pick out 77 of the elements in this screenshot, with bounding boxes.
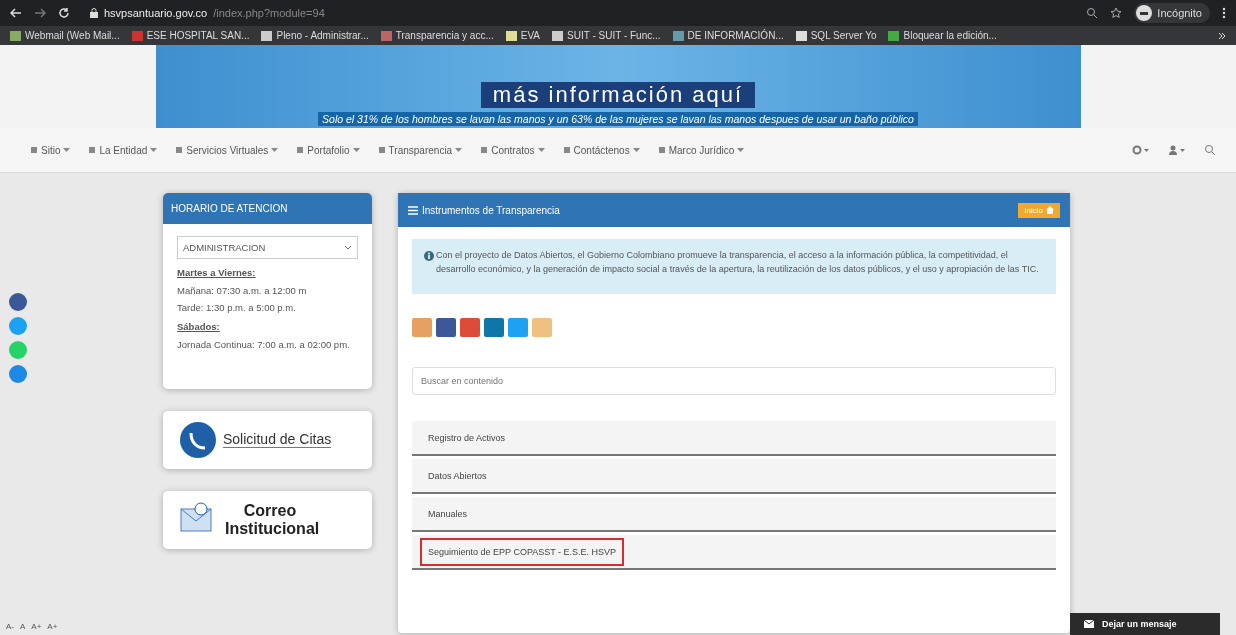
phone-icon [179,420,217,459]
address-bar[interactable]: hsvpsantuario.gov.co /index.php?module=94 [82,3,1075,23]
menu-icon[interactable] [1222,7,1226,19]
bookmark-link[interactable]: DE INFORMACIÓN... [672,30,784,41]
panel-title: Instrumentos de Transparencia [422,204,561,216]
nav-menu-item[interactable]: Sitio [30,144,71,156]
home-icon [1046,206,1054,214]
font-size-button[interactable]: A [20,622,26,631]
profile-button[interactable]: Incógnito [1134,3,1210,23]
zoom-icon[interactable] [1086,7,1099,19]
square-icon [30,146,38,154]
user-icon[interactable] [1168,145,1186,155]
search-field[interactable]: Buscar en contenido [412,367,1056,395]
caret-icon [537,147,545,153]
info-text: Con el proyecto de Datos Abiertos, el Gobierno Colombiano promueve la transparencia, el acceso a la información pública, la competitividad, el desarrollo económico, y la generación de impacto social a través de la apertura, la reutilización de los datos públicos, y el uso y apropiación de las TIC. [436,249,1040,276]
square-icon [562,146,571,154]
chat-button[interactable]: Dejar un mensaje [1070,613,1220,635]
bookmark-link[interactable]: Transparencia y acc... [380,30,494,41]
nav-menu-item[interactable]: Portafolio [296,144,360,156]
schedule-hours: Mañana: 07:30 a.m. a 12:00 m [177,284,308,298]
accordion-item[interactable]: Manuales [412,497,1056,532]
nav-menu-item[interactable]: Marco Jurídico [657,144,745,156]
square-icon [175,146,184,154]
banner-headline: más información aquí [480,82,756,108]
bookmark-link[interactable]: Pleno - Administrar... [261,30,369,41]
bookmark-star-icon[interactable] [1110,7,1123,19]
accordion-item[interactable]: Registro de Activos [412,421,1056,456]
banner-image[interactable]: más información aquí Solo el 31% de los hombres se lavan las manos y un 63% de las mujeres se lavan las manos despues de usar un baño público [155,45,1081,128]
forward-icon[interactable] [34,8,46,18]
schedule-title: HORARIO DE ATENCION [163,193,372,224]
settings-icon[interactable] [1132,145,1150,155]
square-icon [296,146,305,154]
square-icon [657,146,666,154]
bookmark-link[interactable]: ESE HOSPITAL SAN... [131,30,250,41]
accordion-item[interactable]: Seguimiento de EPP COPASST - E.S.E. HSVP [412,535,1056,570]
envelope-icon [1084,620,1094,628]
back-icon[interactable] [10,8,22,18]
bookmark-link[interactable]: SUIT - SUIT - Func... [552,30,661,41]
caret-icon [632,147,640,153]
caret-icon [455,147,463,153]
chevron-icon [344,245,352,250]
nav-menu-item[interactable]: Servicios Virtuales [175,144,279,156]
bookmark-link[interactable]: SQL Server Yo [795,30,877,41]
bookmark-link[interactable]: EVA [505,30,541,41]
more-bookmarks-icon[interactable] [1218,31,1226,40]
caret-icon [150,147,158,153]
caret-icon [63,147,71,153]
incognito-icon [1136,5,1153,21]
nav-menu-item[interactable]: Transparencia [377,144,463,156]
nav-menu-item[interactable]: Contratos [480,144,545,156]
nav-menu-item[interactable]: Contáctenos [562,144,640,156]
square-icon [480,146,489,154]
font-size-button[interactable]: A+ [47,622,58,631]
caret-icon [352,147,360,153]
square-icon [88,146,97,154]
nav-menu-item[interactable]: La Entidad [88,144,158,156]
schedule-heading: Martes a Viernes: [177,267,257,278]
reload-icon[interactable] [58,7,70,19]
schedule-heading: Sábados: [177,320,221,332]
bookmark-link[interactable]: Bloquear la edición... [888,30,997,41]
department-select[interactable]: ADMINISTRACION [177,236,358,259]
list-icon [408,205,418,215]
square-icon [377,146,386,154]
font-size-button[interactable]: A+ [31,622,42,631]
caret-icon [271,147,279,153]
promo-link[interactable]: Solicitud de Citas [163,410,372,469]
caret-icon [737,147,745,153]
font-size-button[interactable]: A- [6,622,14,631]
bookmark-link[interactable]: Webmail (Web Mail... [10,30,120,41]
promo-link[interactable]: Correo Institucional [163,490,372,549]
info-icon [424,251,434,261]
schedule-hours: Jornada Continua: 7:00 a.m. a 02:00 pm. [177,337,351,351]
banner-caption: Solo el 31% de los hombres se lavan las manos y un 63% de las mujeres se lavan las manos despues de usar un baño público [318,112,918,126]
schedule-hours: Tarde: 1:30 p.m. a 5:00 p.m. [177,301,297,315]
lock-icon [90,8,98,18]
search-icon[interactable] [1204,144,1216,156]
accordion-item[interactable]: Datos Abiertos [412,459,1056,494]
